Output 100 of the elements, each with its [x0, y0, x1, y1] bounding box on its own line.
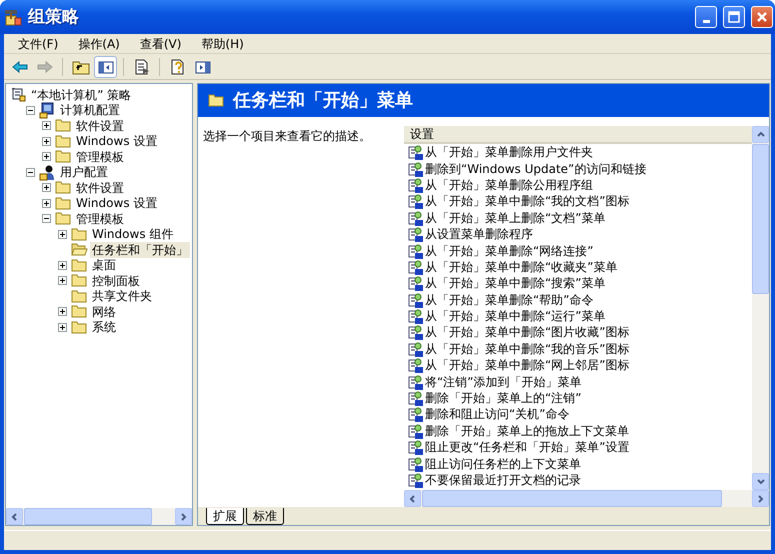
folder-icon — [71, 318, 88, 336]
policy-setting-icon — [407, 210, 423, 226]
scrollbar-thumb[interactable] — [752, 144, 769, 294]
policy-setting-icon — [407, 176, 423, 193]
policy-setting-icon — [407, 357, 423, 374]
collapse-icon[interactable] — [42, 214, 51, 224]
minimize-button[interactable] — [695, 6, 717, 28]
setting-item[interactable]: 从「开始」菜单中删除“收藏夹”菜单 — [425, 258, 618, 275]
expand-icon[interactable] — [42, 198, 51, 208]
tree-pane-button[interactable] — [94, 56, 117, 78]
policy-setting-icon — [407, 308, 423, 324]
setting-item[interactable]: 阻止访问任务栏的上下文菜单 — [425, 456, 581, 472]
close-button[interactable] — [751, 6, 773, 28]
menu-item[interactable]: 文件(F) — [8, 36, 68, 52]
tree-item[interactable]: 系统 — [90, 319, 118, 336]
expand-icon[interactable] — [42, 183, 51, 192]
maximize-button[interactable] — [723, 6, 745, 28]
setting-item[interactable]: 从「开始」菜单删除“帮助”命令 — [425, 292, 594, 308]
collapse-icon[interactable] — [26, 168, 35, 177]
setting-item[interactable]: 从「开始」菜单中删除“搜索”菜单 — [425, 275, 606, 292]
policy-setting-icon — [407, 144, 423, 160]
setting-item[interactable]: 从「开始」菜单中删除“图片收藏”图标 — [425, 324, 630, 340]
policy-setting-icon — [407, 324, 423, 340]
scrollbar-thumb[interactable] — [24, 508, 152, 525]
tree-item[interactable]: 计算机配置 — [58, 102, 122, 118]
tree-item[interactable]: Windows 设置 — [74, 195, 160, 212]
tree-item[interactable]: 管理模板 — [74, 210, 126, 227]
expand-icon[interactable] — [42, 121, 51, 130]
expand-icon[interactable] — [42, 152, 51, 162]
expand-icon[interactable] — [42, 136, 51, 146]
tree-item[interactable]: Windows 组件 — [90, 226, 176, 242]
setting-item[interactable]: 从「开始」菜单删除“网络连接” — [425, 242, 594, 259]
setting-item[interactable]: 从「开始」菜单中删除“我的文档”图标 — [425, 193, 630, 210]
scroll-left-button[interactable] — [404, 490, 421, 507]
setting-item[interactable]: 从「开始」菜单删除公用程序组 — [425, 176, 593, 193]
tree-item[interactable]: Windows 设置 — [74, 133, 160, 150]
scrollbar-thumb[interactable] — [422, 490, 722, 507]
scroll-right-button[interactable] — [752, 490, 769, 507]
description-text: 选择一个项目来查看它的描述。 — [202, 128, 372, 145]
folder-icon — [71, 303, 88, 320]
policy-setting-icon — [407, 406, 423, 422]
setting-item[interactable]: 删除「开始」菜单上的拖放上下文菜单 — [425, 422, 629, 439]
collapse-icon[interactable] — [26, 106, 35, 115]
expand-icon[interactable] — [58, 260, 67, 270]
scroll-up-button[interactable] — [752, 126, 769, 143]
setting-item[interactable]: 从「开始」菜单中删除“网上邻居”图标 — [425, 357, 630, 374]
tree-item[interactable]: 管理模板 — [74, 148, 126, 165]
policy-setting-icon — [407, 242, 423, 259]
expand-icon[interactable] — [58, 307, 67, 316]
computer-icon — [39, 102, 56, 119]
column-header[interactable]: 设置 — [404, 126, 752, 144]
tree-item[interactable]: 软件设置 — [74, 180, 126, 196]
tree-item[interactable]: 桌面 — [90, 257, 118, 274]
folder-icon — [55, 148, 72, 166]
folder-icon — [71, 288, 88, 305]
setting-item[interactable]: 删除「开始」菜单上的“注销” — [425, 390, 582, 406]
setting-item[interactable]: 从「开始」菜单中删除“运行”菜单 — [425, 308, 606, 324]
menu-item[interactable]: 操作(A) — [68, 36, 130, 52]
folder-icon — [55, 210, 72, 228]
setting-item[interactable]: 不要保留最近打开文档的记录 — [425, 472, 581, 488]
tree-item[interactable]: 共享文件夹 — [90, 288, 154, 304]
expand-icon[interactable] — [58, 276, 67, 286]
menu-item[interactable]: 帮助(H) — [191, 36, 254, 52]
folder-icon — [55, 132, 72, 150]
export-list-icon — [132, 58, 150, 76]
setting-item[interactable]: 从设置菜单删除程序 — [425, 226, 533, 242]
scroll-left-button[interactable] — [6, 508, 23, 525]
setting-item[interactable]: 删除和阻止访问“关机”命令 — [425, 406, 570, 422]
tree-item[interactable]: 用户配置 — [58, 164, 110, 180]
minimize-icon — [702, 20, 710, 22]
scroll-right-button[interactable] — [175, 508, 192, 525]
user-icon — [39, 164, 56, 181]
tab[interactable]: 标准 — [246, 508, 284, 525]
tree-item[interactable]: 软件设置 — [74, 118, 126, 134]
policy-scroll-icon — [10, 86, 27, 104]
folder-icon — [71, 226, 88, 243]
tab[interactable]: 扩展 — [206, 508, 244, 525]
pane-title: 任务栏和「开始」菜单 — [233, 92, 413, 108]
setting-item[interactable]: 从「开始」菜单删除用户文件夹 — [425, 144, 593, 160]
policy-setting-icon — [407, 275, 423, 292]
setting-item[interactable]: 删除到“Windows Update”的访问和链接 — [425, 160, 646, 177]
policy-setting-icon — [407, 472, 423, 488]
policy-setting-icon — [407, 226, 423, 242]
tree-item[interactable]: 任务栏和「开始」 — [90, 242, 190, 258]
tree-item[interactable]: 网络 — [90, 304, 118, 320]
expand-icon[interactable] — [58, 322, 67, 332]
setting-item[interactable]: 从「开始」菜单上删除“文档”菜单 — [425, 210, 606, 226]
policy-setting-icon — [407, 439, 423, 456]
close-icon — [755, 10, 769, 24]
tree-item[interactable]: “本地计算机” 策略 — [29, 86, 134, 103]
menu-item[interactable]: 查看(V) — [130, 36, 192, 52]
setting-item[interactable]: 从「开始」菜单中删除“我的音乐”图标 — [425, 340, 630, 357]
folder-icon — [71, 272, 88, 290]
maximize-icon — [727, 10, 741, 24]
scroll-down-button[interactable] — [752, 473, 769, 490]
setting-item[interactable]: 阻止更改“任务栏和「开始」菜单”设置 — [425, 439, 630, 456]
folder-icon — [55, 194, 72, 212]
tree-item[interactable]: 控制面板 — [90, 272, 142, 289]
expand-icon[interactable] — [58, 230, 67, 239]
setting-item[interactable]: 将“注销”添加到「开始」菜单 — [425, 374, 582, 390]
